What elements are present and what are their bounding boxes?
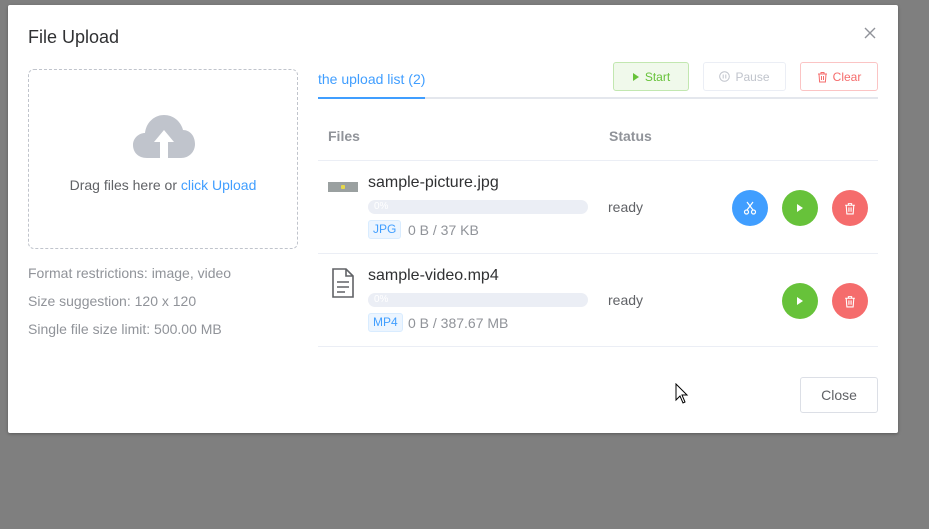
crop-button[interactable] [732, 190, 768, 226]
table-row: sample-picture.jpg 0% JPG 0 B / 37 KB re… [318, 161, 878, 253]
files-column-header: Files [328, 128, 360, 144]
pause-label: Pause [735, 69, 770, 84]
upload-progress-bar: 0% [368, 293, 588, 307]
file-size: 0 B / 387.67 MB [408, 315, 509, 331]
delete-button[interactable] [832, 283, 868, 319]
play-icon [797, 297, 803, 305]
file-name: sample-video.mp4 [368, 267, 499, 284]
row-divider [318, 346, 878, 347]
document-icon [330, 268, 356, 298]
file-type-tag: JPG [368, 220, 402, 239]
progress-text: 0% [374, 201, 389, 212]
mouse-cursor-icon [675, 382, 689, 405]
file-size: 0 B / 37 KB [408, 222, 479, 238]
file-upload-dialog: File Upload Drag files here or click Upl… [8, 5, 898, 433]
dropzone-text: Drag files here or click Upload [29, 177, 297, 193]
file-type-tag: MP4 [368, 313, 403, 332]
file-limit-hint: Single file size limit: 500.00 MB [28, 321, 222, 337]
close-button[interactable]: Close [800, 377, 878, 413]
cloud-upload-icon [133, 114, 195, 160]
pause-circle-icon [719, 71, 731, 82]
play-button[interactable] [782, 190, 818, 226]
trash-icon [845, 295, 855, 307]
click-upload-link[interactable]: click Upload [181, 177, 256, 193]
clear-label: Clear [832, 69, 862, 84]
start-label: Start [644, 69, 671, 84]
trash-icon [817, 71, 827, 82]
close-icon[interactable] [862, 25, 878, 41]
file-status: ready [608, 199, 644, 215]
trash-icon [845, 202, 855, 214]
play-icon [797, 204, 803, 212]
start-button[interactable]: Start [613, 62, 689, 91]
upload-dropzone[interactable]: Drag files here or click Upload [28, 69, 298, 249]
upload-progress-bar: 0% [368, 200, 588, 214]
dialog-title: File Upload [28, 27, 120, 47]
pause-button[interactable]: Pause [703, 62, 786, 91]
scissors-icon [743, 201, 757, 215]
file-name: sample-picture.jpg [368, 174, 499, 191]
table-row: sample-video.mp4 0% MP4 0 B / 387.67 MB … [318, 254, 878, 346]
dropzone-prefix: Drag files here or [69, 177, 181, 193]
clear-button[interactable]: Clear [800, 62, 878, 91]
status-column-header: Status [609, 128, 652, 144]
format-hint: Format restrictions: image, video [28, 265, 232, 281]
file-status: ready [608, 292, 644, 308]
play-button[interactable] [782, 283, 818, 319]
size-hint: Size suggestion: 120 x 120 [28, 293, 197, 309]
image-thumbnail-icon [328, 182, 358, 192]
delete-button[interactable] [832, 190, 868, 226]
tab-upload-list[interactable]: the upload list (2) [318, 71, 425, 87]
play-icon [632, 72, 639, 81]
active-tab-indicator [318, 97, 425, 99]
progress-text: 0% [374, 294, 389, 305]
